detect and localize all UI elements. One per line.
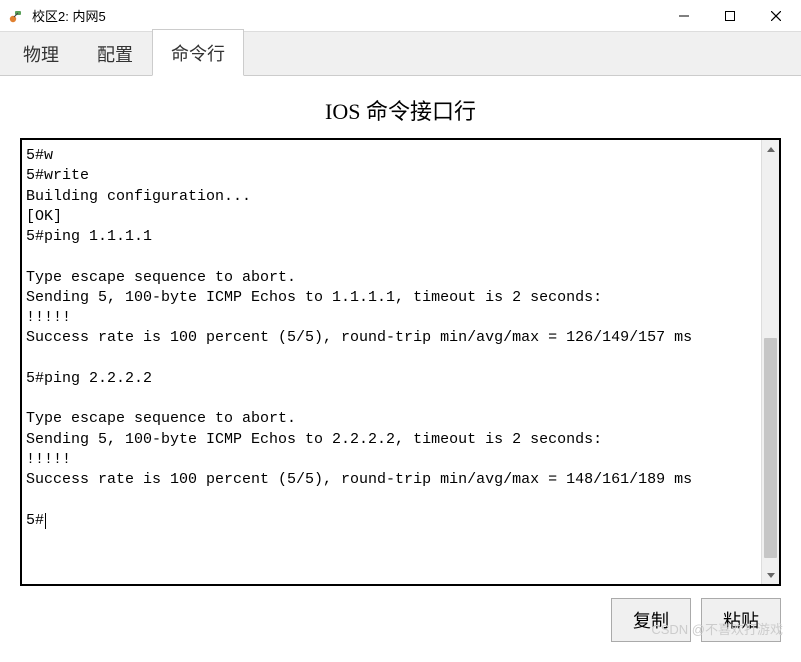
content: IOS 命令接口行 5#w 5#write Building configura… [0,76,801,662]
scroll-down-button[interactable] [762,566,779,584]
scrollbar[interactable] [761,140,779,584]
close-button[interactable] [753,0,799,31]
minimize-button[interactable] [661,0,707,31]
tab-config[interactable]: 配置 [78,30,152,76]
scroll-up-button[interactable] [762,140,779,158]
tab-physical[interactable]: 物理 [4,30,78,76]
window-title: 校区2: 内网5 [32,6,661,25]
scrollbar-track[interactable] [762,158,779,566]
tab-cli[interactable]: 命令行 [152,29,244,76]
maximize-button[interactable] [707,0,753,31]
app-icon [8,8,24,24]
terminal[interactable]: 5#w 5#write Building configuration... [O… [22,140,761,584]
window-controls [661,0,799,31]
scrollbar-thumb[interactable] [764,338,777,558]
watermark: CSDN @不喜欢打游戏 [651,619,783,638]
tabbar: 物理 配置 命令行 [0,32,801,76]
heading: IOS 命令接口行 [20,94,781,126]
terminal-wrap: 5#w 5#write Building configuration... [O… [20,138,781,586]
titlebar: 校区2: 内网5 [0,0,801,32]
